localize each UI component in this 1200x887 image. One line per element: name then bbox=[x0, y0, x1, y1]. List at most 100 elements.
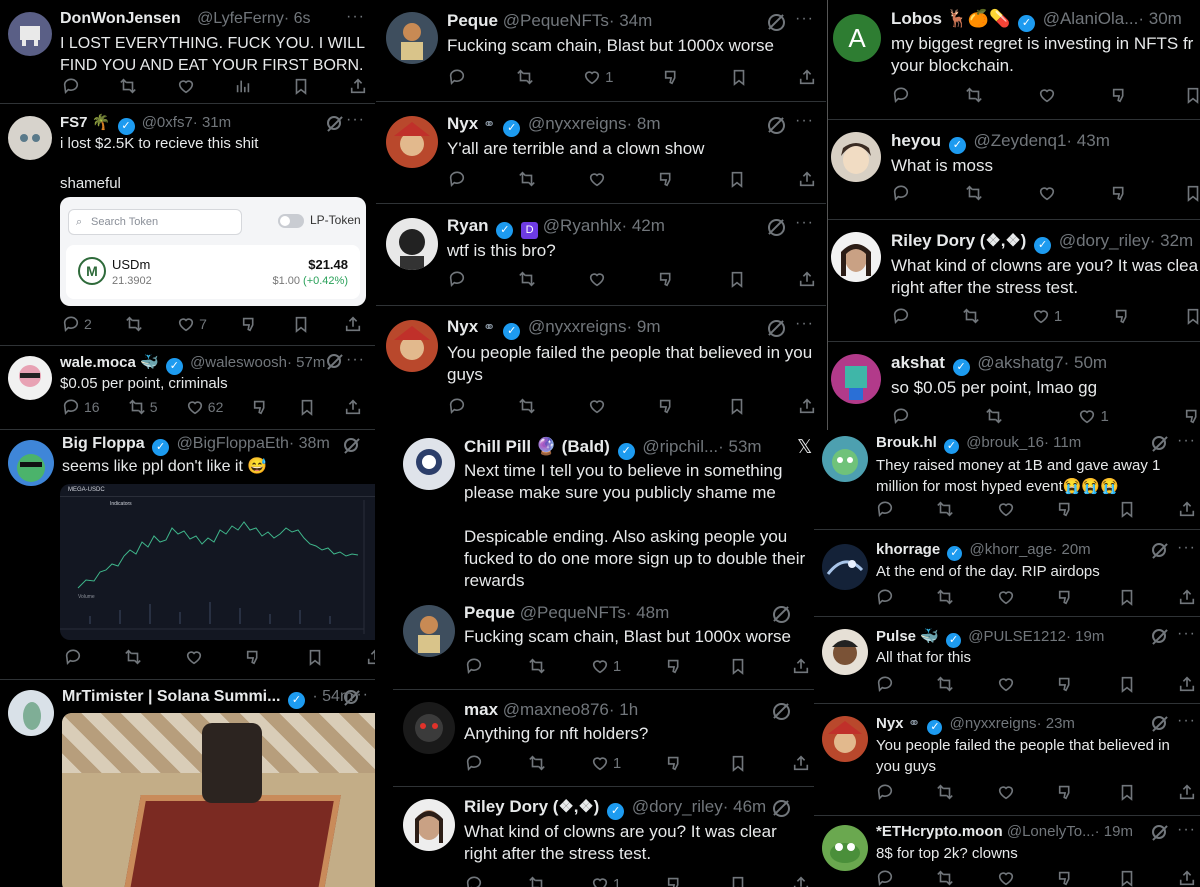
grok-icon[interactable] bbox=[1152, 629, 1166, 643]
downvote-icon[interactable] bbox=[1057, 588, 1075, 606]
display-name[interactable]: MrTimister | Solana Summi... bbox=[62, 688, 280, 705]
bookmark-icon[interactable] bbox=[730, 68, 748, 86]
handle[interactable]: @Ryanhlx bbox=[543, 216, 622, 235]
share-icon[interactable] bbox=[1178, 869, 1196, 887]
avatar[interactable] bbox=[386, 320, 438, 372]
more-icon[interactable]: ··· bbox=[346, 351, 365, 369]
retweet-icon[interactable] bbox=[965, 184, 983, 202]
handle[interactable]: @nyxxreigns bbox=[528, 317, 627, 336]
tweet[interactable]: Chill Pill 🔮 (Bald) ✓ @ripchil...· 53m 𝕏… bbox=[393, 430, 814, 595]
avatar[interactable] bbox=[386, 218, 438, 270]
avatar[interactable] bbox=[822, 629, 868, 675]
display-name[interactable]: Nyx bbox=[876, 715, 904, 732]
avatar[interactable] bbox=[8, 356, 52, 400]
timestamp[interactable]: · 31m bbox=[193, 114, 231, 131]
bookmark-icon[interactable] bbox=[1118, 500, 1136, 518]
bookmark-icon[interactable] bbox=[292, 315, 310, 333]
grok-icon[interactable] bbox=[1152, 825, 1166, 839]
downvote-icon[interactable] bbox=[666, 657, 684, 675]
share-icon[interactable] bbox=[798, 68, 816, 86]
downvote-icon[interactable] bbox=[1111, 184, 1129, 202]
timestamp[interactable]: · 38m bbox=[289, 435, 330, 452]
downvote-icon[interactable] bbox=[658, 270, 676, 288]
downvote-icon[interactable] bbox=[663, 68, 681, 86]
retweet-icon[interactable] bbox=[528, 754, 546, 772]
like-button[interactable]: 62 bbox=[186, 398, 223, 416]
avatar[interactable] bbox=[822, 716, 868, 762]
reply-icon[interactable] bbox=[64, 648, 82, 666]
retweet-icon[interactable] bbox=[936, 783, 954, 801]
share-icon[interactable] bbox=[792, 754, 810, 772]
handle[interactable]: @dory_riley bbox=[1059, 231, 1150, 250]
handle[interactable]: @nyxxreigns bbox=[528, 114, 627, 133]
downvote-icon[interactable] bbox=[252, 398, 270, 416]
timestamp[interactable]: · 34m bbox=[609, 11, 652, 30]
like-icon[interactable] bbox=[588, 397, 606, 415]
reply-icon[interactable] bbox=[892, 407, 910, 425]
display-name[interactable]: heyou bbox=[891, 131, 941, 150]
retweet-icon[interactable] bbox=[119, 77, 137, 95]
bookmark-icon[interactable] bbox=[1118, 588, 1136, 606]
avatar[interactable] bbox=[8, 116, 52, 160]
handle[interactable]: @nyxxreigns bbox=[950, 715, 1037, 732]
like-icon[interactable] bbox=[997, 500, 1015, 518]
tweet[interactable]: *ETHcrypto.moon @LonelyTo...· 19m ··· 8$… bbox=[814, 816, 1200, 887]
more-icon[interactable]: ··· bbox=[795, 10, 814, 28]
handle[interactable]: @PULSE1212 bbox=[968, 628, 1066, 645]
bookmark-icon[interactable] bbox=[1184, 86, 1200, 104]
reply-icon[interactable] bbox=[876, 675, 894, 693]
bookmark-icon[interactable] bbox=[1118, 675, 1136, 693]
like-icon[interactable] bbox=[588, 270, 606, 288]
tweet[interactable]: Riley Dory (❖,❖) ✓ @dory_riley· 32m What… bbox=[828, 220, 1200, 342]
grok-icon[interactable] bbox=[773, 606, 790, 623]
avatar[interactable] bbox=[386, 12, 438, 64]
retweet-icon[interactable] bbox=[936, 500, 954, 518]
tweet[interactable]: Peque @PequeNFTs· 34m ··· Fucking scam c… bbox=[376, 0, 826, 102]
avatar[interactable] bbox=[8, 12, 52, 56]
avatar[interactable] bbox=[403, 702, 455, 754]
tweet[interactable]: DonWonJensen @LyfeFerny· 6s ··· I LOST E… bbox=[0, 0, 375, 104]
timestamp[interactable]: · 20m bbox=[1052, 541, 1090, 558]
handle[interactable]: @LyfeFerny bbox=[197, 10, 284, 27]
grok-icon[interactable] bbox=[773, 703, 790, 720]
bookmark-icon[interactable] bbox=[298, 398, 316, 416]
avatar[interactable] bbox=[386, 116, 438, 168]
grok-icon[interactable] bbox=[344, 438, 358, 452]
retweet-icon[interactable] bbox=[936, 869, 954, 887]
reply-icon[interactable] bbox=[892, 86, 910, 104]
like-button[interactable]: 1 bbox=[583, 68, 613, 86]
bookmark-icon[interactable] bbox=[1184, 307, 1200, 325]
handle[interactable]: @PequeNFTs bbox=[503, 11, 609, 30]
reply-icon[interactable] bbox=[876, 500, 894, 518]
retweet-icon[interactable] bbox=[965, 86, 983, 104]
like-icon[interactable] bbox=[997, 783, 1015, 801]
display-name[interactable]: wale.moca 🐳 bbox=[60, 354, 159, 371]
timestamp[interactable]: · 1h bbox=[609, 700, 638, 719]
more-icon[interactable]: ··· bbox=[346, 8, 365, 26]
handle[interactable]: @ripchil... bbox=[642, 437, 718, 456]
more-icon[interactable]: ··· bbox=[346, 111, 365, 129]
display-name[interactable]: Ryan bbox=[447, 216, 489, 235]
like-button[interactable]: 1 bbox=[591, 875, 621, 887]
like-icon[interactable] bbox=[997, 869, 1015, 887]
reply-button[interactable]: 16 bbox=[62, 398, 100, 416]
display-name[interactable]: Big Floppa bbox=[62, 435, 145, 452]
timestamp[interactable]: · 23m bbox=[1037, 715, 1075, 732]
timestamp[interactable]: · 6s bbox=[284, 10, 311, 27]
timestamp[interactable]: · 57m bbox=[287, 354, 325, 371]
timestamp[interactable]: · 48m bbox=[626, 603, 669, 622]
grok-icon[interactable] bbox=[327, 116, 341, 130]
grok-icon[interactable] bbox=[768, 117, 785, 134]
downvote-icon[interactable] bbox=[1184, 407, 1200, 425]
bookmark-icon[interactable] bbox=[728, 397, 746, 415]
grok-icon[interactable] bbox=[768, 219, 785, 236]
avatar[interactable] bbox=[822, 436, 868, 482]
display-name[interactable]: FS7 🌴 bbox=[60, 114, 110, 131]
avatar[interactable] bbox=[403, 799, 455, 851]
media-image[interactable] bbox=[62, 713, 375, 887]
timestamp[interactable]: · 19m bbox=[1066, 628, 1104, 645]
lp-token-toggle[interactable] bbox=[278, 214, 304, 228]
grok-icon[interactable] bbox=[1152, 543, 1166, 557]
downvote-icon[interactable] bbox=[658, 397, 676, 415]
tweet[interactable]: wale.moca 🐳 ✓ @waleswoosh· 57m ··· $0.05… bbox=[0, 346, 375, 430]
